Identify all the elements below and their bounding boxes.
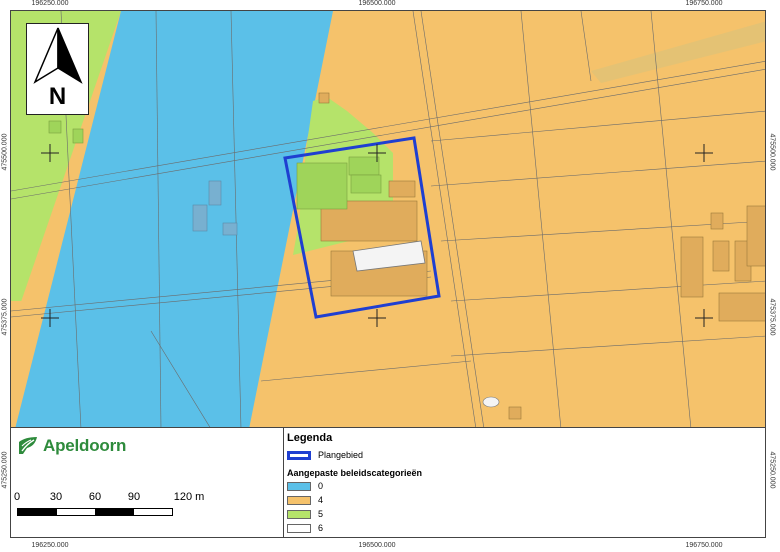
legend-title: Legenda <box>287 432 333 444</box>
legend-panel: Apeldoorn 0 30 60 90 120 m Legenda Plang… <box>10 428 766 538</box>
apeldoorn-logo: Apeldoorn <box>17 436 126 456</box>
scale-label: 60 <box>88 491 102 503</box>
legend-label: 0 <box>318 481 324 491</box>
map-canvas[interactable] <box>11 11 766 428</box>
scale-labels: 0 30 60 90 120 m <box>11 491 283 505</box>
legend-label: Plangebied <box>318 450 364 460</box>
x-coordinate-label: 196250.000 <box>31 0 69 7</box>
scale-label: 90 <box>127 491 141 503</box>
scale-label: 30 <box>49 491 63 503</box>
legend-label: 5 <box>318 509 324 519</box>
legend-item-category-5: 5 <box>287 509 323 519</box>
legend-item-plangebied: Plangebied <box>287 450 363 460</box>
plan-area-swatch <box>287 450 311 460</box>
x-coordinate-label: 196500.000 <box>358 0 396 7</box>
legend-subtitle: Aangepaste beleidscategorieën <box>287 468 423 478</box>
logo-text: Apeldoorn <box>43 436 127 455</box>
y-coordinate-label: 475250.000 <box>1 451 9 489</box>
category-6-swatch <box>287 523 311 533</box>
legend-item-category-0: 0 <box>287 481 323 491</box>
category-4-swatch <box>287 495 311 505</box>
x-coordinate-label: 196750.000 <box>685 542 723 549</box>
scale-bar <box>17 508 173 516</box>
y-coordinate-label: 475500.000 <box>1 133 9 171</box>
y-coordinate-label: 475500.000 <box>768 133 776 171</box>
legend-item-category-4: 4 <box>287 495 323 505</box>
legend: Legenda Plangebied Aangepaste beleidscat… <box>287 428 765 537</box>
north-arrow-icon <box>33 27 83 84</box>
map-view[interactable] <box>10 10 766 428</box>
logo-area: Apeldoorn 0 30 60 90 120 m <box>11 428 284 537</box>
legend-item-category-6: 6 <box>287 523 323 533</box>
y-coordinate-label: 475375.000 <box>1 298 9 336</box>
scale-label: 0 <box>13 491 21 503</box>
pond <box>482 396 500 408</box>
legend-label: 4 <box>318 495 324 505</box>
apeldoorn-logo-icon <box>19 437 37 454</box>
category-0-swatch <box>287 481 311 491</box>
x-coordinate-label: 196250.000 <box>31 542 69 549</box>
category-5-swatch <box>287 509 311 519</box>
x-coordinate-label: 196750.000 <box>685 0 723 7</box>
x-coordinate-label: 196500.000 <box>358 542 396 549</box>
north-arrow: N <box>26 23 89 115</box>
north-label: N <box>48 83 67 110</box>
scale-label: 120 m <box>173 491 205 503</box>
y-coordinate-label: 475250.000 <box>768 451 776 489</box>
y-coordinate-label: 475375.000 <box>768 298 776 336</box>
legend-label: 6 <box>318 523 324 533</box>
